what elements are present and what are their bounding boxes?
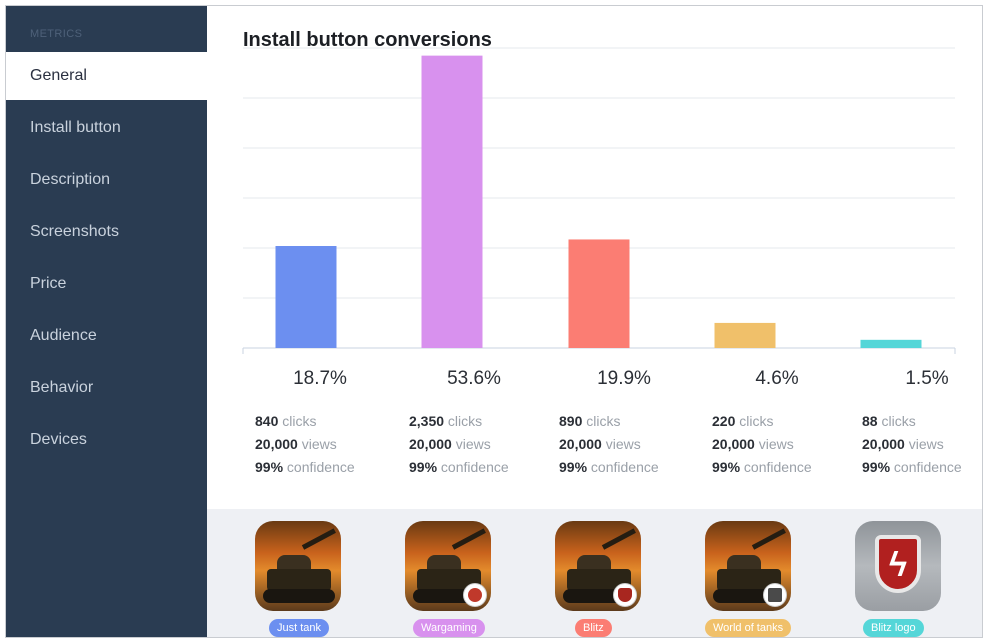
- stat-views: 20,000 views: [559, 436, 641, 452]
- sidebar-item-description[interactable]: Description: [6, 156, 207, 204]
- stat-views: 20,000 views: [409, 436, 491, 452]
- bar-world-of-tanks[interactable]: [714, 322, 776, 348]
- stat-percent: 19.9%: [597, 368, 651, 389]
- bar-wargaming[interactable]: [421, 55, 483, 349]
- stat-clicks: 220 clicks: [712, 413, 774, 429]
- stat-clicks: 890 clicks: [559, 413, 621, 429]
- stat-column: 18.7% 840 clicks 20,000 views 99% confid…: [255, 368, 405, 477]
- bar-just-tank[interactable]: [275, 246, 337, 348]
- stat-percent: 18.7%: [293, 368, 347, 389]
- stat-clicks: 2,350 clicks: [409, 413, 483, 429]
- world-of-tanks-badge-icon: [763, 583, 787, 607]
- tank-icon: [405, 521, 491, 611]
- sidebar-item-price[interactable]: Price: [6, 260, 207, 308]
- variants-strip: Just tank Wargaming Blitz World of tanks…: [207, 509, 982, 637]
- stat-clicks: 840 clicks: [255, 413, 317, 429]
- sidebar-header: METRICS: [6, 6, 207, 52]
- stat-column: 19.9% 890 clicks 20,000 views 99% confid…: [559, 368, 709, 477]
- variant-label: Blitz: [575, 619, 612, 637]
- sidebar-section-title: METRICS: [30, 28, 83, 40]
- stat-percent: 53.6%: [447, 368, 501, 389]
- stat-column: 1.5% 88 clicks 20,000 views 99% confiden…: [862, 368, 982, 477]
- tank-icon: [255, 521, 341, 611]
- blitz-badge-icon: [613, 583, 637, 607]
- sidebar-item-audience[interactable]: Audience: [6, 312, 207, 360]
- variant-label: World of tanks: [705, 619, 792, 637]
- bar-blitz-logo[interactable]: [860, 339, 922, 348]
- sidebar-item-behavior[interactable]: Behavior: [6, 364, 207, 412]
- stat-percent: 1.5%: [905, 368, 949, 389]
- wargaming-badge-icon: [463, 583, 487, 607]
- stat-views: 20,000 views: [862, 436, 944, 452]
- stat-confidence: 99% confidence: [255, 459, 355, 475]
- stat-confidence: 99% confidence: [862, 459, 962, 475]
- sidebar-item-devices[interactable]: Devices: [6, 416, 207, 464]
- app-window: METRICS General Install button Descripti…: [5, 5, 983, 638]
- tank-icon: [555, 521, 641, 611]
- stat-percent: 4.6%: [755, 368, 799, 389]
- stat-confidence: 99% confidence: [712, 459, 812, 475]
- sidebar-item-install-button[interactable]: Install button: [6, 104, 207, 152]
- stat-confidence: 99% confidence: [409, 459, 509, 475]
- sidebar-item-general[interactable]: General: [6, 52, 210, 100]
- stat-views: 20,000 views: [255, 436, 337, 452]
- conversion-bar-chart: [242, 47, 956, 354]
- stat-views: 20,000 views: [712, 436, 794, 452]
- blitz-logo-icon: ϟ: [855, 521, 941, 611]
- stat-column: 53.6% 2,350 clicks 20,000 views 99% conf…: [409, 368, 559, 477]
- main-panel: Install button conversions 18.7% 840 cli…: [207, 6, 982, 637]
- tank-icon: [705, 521, 791, 611]
- bar-blitz[interactable]: [568, 239, 630, 348]
- stat-column: 4.6% 220 clicks 20,000 views 99% confide…: [712, 368, 862, 477]
- variant-label: Blitz logo: [863, 619, 924, 637]
- variant-label: Just tank: [269, 619, 330, 637]
- stat-clicks: 88 clicks: [862, 413, 916, 429]
- sidebar: METRICS General Install button Descripti…: [6, 6, 210, 637]
- sidebar-item-screenshots[interactable]: Screenshots: [6, 208, 207, 256]
- stat-confidence: 99% confidence: [559, 459, 659, 475]
- variant-label: Wargaming: [413, 619, 485, 637]
